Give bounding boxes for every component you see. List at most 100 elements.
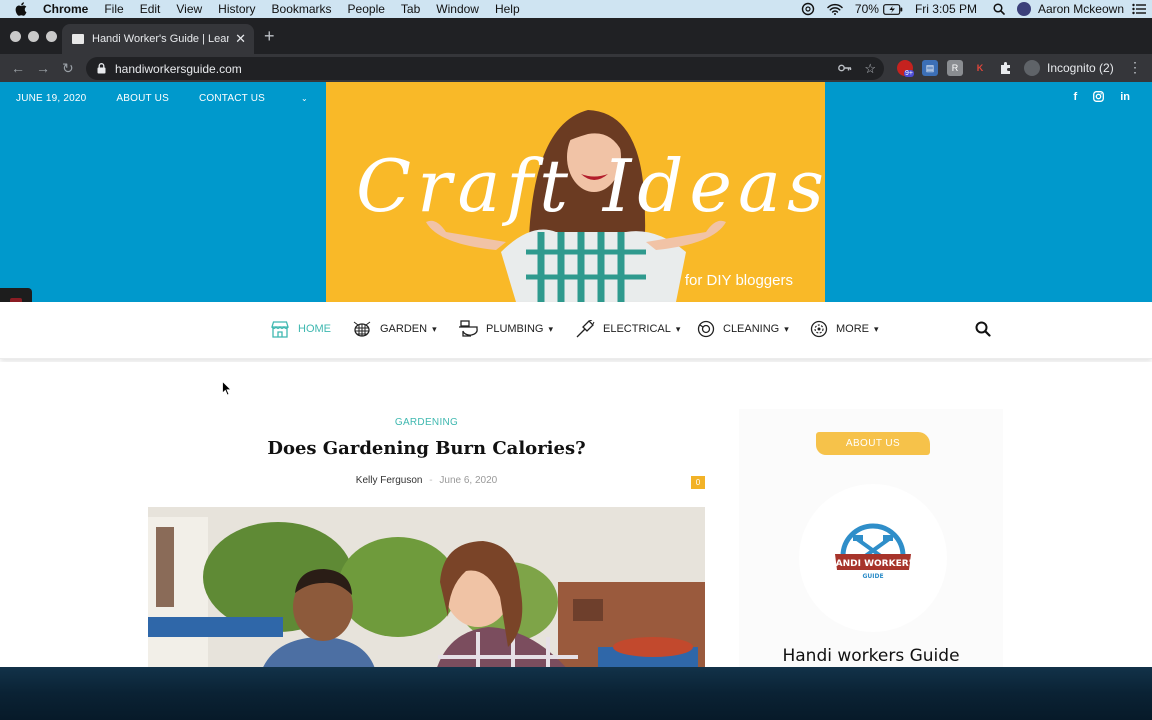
chrome-menu-icon[interactable]: ⋮	[1128, 59, 1142, 76]
creative-cloud-icon[interactable]	[801, 2, 815, 16]
incognito-icon	[1024, 60, 1040, 76]
menu-file[interactable]: File	[104, 2, 123, 16]
tab-close-icon[interactable]: ✕	[235, 31, 246, 47]
reload-icon[interactable]: ↻	[62, 60, 74, 76]
menubar-clock[interactable]: Fri 3:05 PM	[915, 2, 977, 16]
notification-center-icon[interactable]	[1132, 3, 1146, 15]
extension-red-icon[interactable]: 9+	[897, 60, 914, 77]
incognito-profile-button[interactable]: Incognito (2)	[1020, 56, 1122, 80]
cleaning-icon	[697, 320, 715, 338]
forward-arrow-icon[interactable]: →	[36, 60, 50, 76]
header-banner[interactable]: Craft Ideas for DIY bloggers	[326, 82, 825, 302]
chevron-down-icon: ▾	[548, 323, 553, 334]
post-featured-image[interactable]	[148, 507, 705, 667]
user-avatar-icon	[1016, 2, 1031, 16]
about-site-name: Handi workers Guide	[782, 646, 960, 666]
chevron-down-icon: ▾	[784, 323, 789, 334]
chevron-down-icon: ⌄	[301, 94, 308, 103]
comment-count-badge[interactable]: 0	[691, 476, 705, 489]
extensions-puzzle-icon[interactable]	[998, 60, 1014, 76]
nav-plumbing[interactable]: PLUMBING ▾	[458, 320, 553, 338]
apple-icon[interactable]	[15, 2, 29, 16]
header-date: JUNE 19, 2020	[16, 93, 87, 104]
nav-electrical[interactable]: ELECTRICAL ▾	[575, 320, 680, 338]
plumbing-toilet-icon	[458, 320, 478, 338]
post-category-link[interactable]: GARDENING	[148, 417, 705, 428]
post-meta: Kelly Ferguson - June 6, 2020	[148, 475, 705, 486]
battery-status[interactable]: 70%	[855, 2, 903, 16]
garden-basket-icon	[352, 320, 372, 338]
window-controls	[10, 31, 57, 42]
nav-more-label: MORE	[836, 323, 869, 335]
battery-icon	[883, 3, 903, 15]
spotlight-icon[interactable]	[993, 3, 1005, 15]
battery-percent: 70%	[854, 2, 879, 16]
linkedin-icon[interactable]: in	[1120, 91, 1130, 105]
social-links: f in	[1074, 91, 1130, 105]
mouse-cursor-icon	[222, 381, 232, 396]
more-gear-icon	[810, 320, 828, 338]
menu-window[interactable]: Window	[436, 2, 479, 16]
home-store-icon	[270, 320, 290, 338]
browser-tab-active[interactable]: Handi Worker's Guide | Learn h ✕	[62, 24, 254, 54]
contact-us-label: CONTACT US	[198, 93, 266, 104]
nav-home[interactable]: HOME	[270, 320, 331, 338]
contact-us-link[interactable]: CONTACT US ⌄	[199, 93, 338, 104]
about-us-tag: ABOUT US	[816, 432, 930, 455]
web-page: JUNE 19, 2020 ABOUT US CONTACT US ⌄ f in	[0, 82, 1152, 667]
site-logo[interactable]: HANDI WORKER'S GUIDE	[799, 484, 947, 632]
nav-electrical-label: ELECTRICAL	[603, 323, 671, 335]
incognito-label: Incognito (2)	[1047, 61, 1114, 75]
banner-subtitle: for DIY bloggers	[684, 272, 793, 289]
banner-title: Craft Ideas	[356, 144, 825, 228]
wifi-icon[interactable]	[827, 3, 843, 15]
nav-plumbing-label: PLUMBING	[486, 323, 544, 335]
bookmark-star-icon[interactable]: ☆	[864, 61, 876, 77]
logo-text-line1: HANDI WORKER'S	[828, 559, 918, 569]
menu-help[interactable]: Help	[495, 2, 520, 16]
tab-title: Handi Worker's Guide | Learn h	[92, 33, 230, 45]
post-author-link[interactable]: Kelly Ferguson	[356, 475, 423, 486]
user-name: Aaron Mckeown	[1037, 2, 1124, 16]
key-icon[interactable]	[838, 61, 852, 77]
nav-more[interactable]: MORE ▾	[810, 320, 879, 338]
lock-icon[interactable]	[97, 63, 106, 74]
close-window-button[interactable]	[10, 31, 21, 42]
extension-k-icon[interactable]: K	[972, 60, 988, 76]
menu-edit[interactable]: Edit	[140, 2, 161, 16]
zoom-window-button[interactable]	[46, 31, 57, 42]
address-bar[interactable]: handiworkersguide.com ☆	[86, 57, 884, 80]
user-account-menu[interactable]: Aaron Mckeown	[1016, 2, 1124, 16]
back-arrow-icon[interactable]: ←	[11, 60, 25, 76]
menu-people[interactable]: People	[348, 2, 385, 16]
logo-text-line2: GUIDE	[862, 573, 883, 580]
nav-garden-label: GARDEN	[380, 323, 428, 335]
menu-tab[interactable]: Tab	[401, 2, 420, 16]
menu-history[interactable]: History	[218, 2, 255, 16]
site-favicon-icon	[72, 34, 84, 44]
chevron-down-icon: ▾	[675, 323, 681, 334]
about-us-link[interactable]: ABOUT US	[116, 93, 169, 104]
new-tab-button[interactable]: +	[264, 27, 275, 45]
minimize-window-button[interactable]	[28, 31, 39, 42]
about-us-widget: ABOUT US HANDI WORKER'S GUIDE Handi work…	[739, 409, 1003, 667]
facebook-icon[interactable]: f	[1074, 91, 1078, 105]
nav-cleaning[interactable]: CLEANING ▾	[697, 320, 789, 338]
chrome-window: Handi Worker's Guide | Learn h ✕ + ← → ↻…	[0, 18, 1152, 667]
main-navigation: HOME GARDEN ▾ PLUMBING ▾ ELECTRICAL ▾ CL…	[0, 302, 1152, 359]
main-content: GARDENING Does Gardening Burn Calories? …	[0, 362, 1152, 667]
meta-separator: -	[429, 475, 433, 486]
nav-garden[interactable]: GARDEN ▾	[352, 320, 437, 338]
post-title[interactable]: Does Gardening Burn Calories?	[148, 438, 705, 459]
menu-app-chrome[interactable]: Chrome	[43, 2, 88, 16]
desktop-wallpaper	[0, 667, 1152, 720]
nav-home-label: HOME	[298, 323, 331, 335]
nav-cleaning-label: CLEANING	[723, 323, 780, 335]
search-icon[interactable]	[975, 321, 991, 342]
extension-dmg-icon[interactable]: ▤	[922, 60, 938, 76]
menu-view[interactable]: View	[176, 2, 202, 16]
instagram-icon[interactable]	[1093, 91, 1105, 105]
extension-r-icon[interactable]: R	[947, 60, 963, 76]
top-bar: JUNE 19, 2020 ABOUT US CONTACT US ⌄	[16, 93, 338, 104]
menu-bookmarks[interactable]: Bookmarks	[272, 2, 332, 16]
